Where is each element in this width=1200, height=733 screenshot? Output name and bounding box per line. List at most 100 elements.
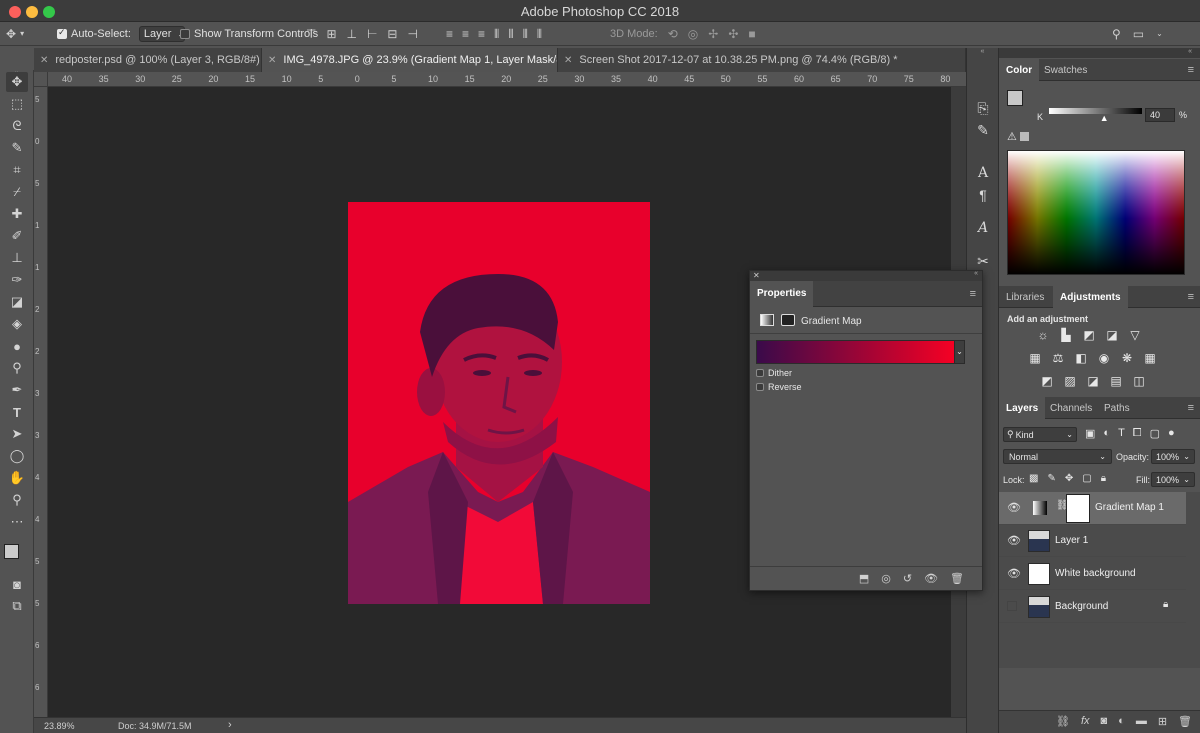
visibility-toggle-empty[interactable] [1007, 601, 1017, 611]
align-left-icon[interactable]: ⊢ [367, 27, 377, 41]
threshold-icon[interactable]: ◪ [1085, 374, 1101, 388]
posterize-icon[interactable]: ▨ [1062, 374, 1078, 388]
portrait-image[interactable] [348, 202, 650, 604]
distribute-right-icon[interactable]: ⦀ [523, 27, 528, 41]
zoom-level[interactable]: 23.89% [44, 721, 75, 731]
auto-select-checkbox[interactable] [57, 27, 67, 39]
layer-row-white-background[interactable]: 👁︎ White background [999, 558, 1186, 590]
k-slider-track[interactable] [1049, 108, 1142, 114]
lock-pixels-icon[interactable]: ✎ [1047, 473, 1055, 484]
web-safe-swatch[interactable] [1020, 132, 1029, 141]
quick-select-tool[interactable]: ✎ [6, 138, 28, 158]
k-value-input[interactable]: 40 [1145, 108, 1175, 122]
filter-toggle-icon[interactable]: ● [1168, 427, 1175, 440]
auto-select-dropdown[interactable]: Layer⌄ [138, 26, 185, 42]
marquee-tool[interactable]: ⬚ [6, 94, 28, 114]
foreground-color-swatch[interactable] [1007, 90, 1023, 106]
horizontal-ruler[interactable]: 40 35 30 25 20 15 10 5 0 5 10 15 20 25 30 35 40 45 50 55 60 6… [48, 72, 966, 87]
new-group-icon[interactable]: ▬ [1136, 715, 1147, 729]
align-hcenter-icon[interactable]: ⊟ [387, 27, 397, 41]
eyedropper-tool[interactable]: ⌿ [6, 182, 28, 202]
distribute-bottom-icon[interactable]: ≡ [478, 27, 485, 41]
clone-stamp-tool[interactable]: ⊥ [6, 248, 28, 268]
mask-icon[interactable] [781, 314, 795, 326]
filter-kind-dropdown[interactable]: ⚲ Kind ⌄ [1003, 427, 1077, 442]
visibility-eye-icon[interactable]: 👁︎ [1007, 567, 1021, 580]
fill-input[interactable]: 100% ⌄ [1151, 472, 1195, 487]
move-tool-preset[interactable]: ✥ ▾ [6, 26, 24, 42]
foreground-color-swatch[interactable] [4, 544, 19, 559]
collapse-icon[interactable]: « [974, 270, 978, 277]
k-slider-thumb[interactable]: ▲ [1100, 113, 1109, 123]
panel-menu-icon[interactable]: ≡ [1188, 64, 1194, 76]
link-layers-icon[interactable]: ⛓︎ [1056, 715, 1070, 729]
3d-pan-icon[interactable]: ✢ [708, 27, 718, 41]
black-white-icon[interactable]: ◧ [1073, 351, 1089, 365]
visibility-eye-icon[interactable]: 👁︎ [1007, 501, 1021, 514]
opacity-input[interactable]: 100% ⌄ [1151, 449, 1195, 464]
gradient-dropdown-arrow[interactable]: ⌄ [954, 340, 965, 364]
tool-presets-icon[interactable]: ✂ [973, 251, 993, 271]
layer-name[interactable]: Layer 1 [1055, 535, 1088, 546]
align-vcenter-icon[interactable]: ⊞ [326, 27, 336, 41]
selective-color-icon[interactable]: ◫ [1131, 374, 1147, 388]
filter-adjustment-icon[interactable]: ◐ [1103, 427, 1110, 440]
tab-paths[interactable]: Paths [1097, 397, 1137, 419]
photo-filter-icon[interactable]: ◉ [1096, 351, 1112, 365]
tab-img-4978[interactable]: ✕ IMG_4978.JPG @ 23.9% (Gradient Map 1, L… [262, 48, 558, 72]
dodge-tool[interactable]: ⚲ [6, 358, 28, 378]
tab-libraries[interactable]: Libraries [999, 286, 1051, 308]
layer-row-gradient-map[interactable]: 👁︎ ⛓︎ Gradient Map 1 [999, 492, 1186, 525]
crop-tool[interactable]: ⌗ [6, 160, 28, 180]
tab-screen-shot[interactable]: ✕ Screen Shot 2017-12-07 at 10.38.25 PM.p… [558, 48, 966, 72]
blur-tool[interactable]: ● [6, 336, 28, 356]
gradient-preview[interactable] [756, 340, 965, 364]
show-transform-checkbox[interactable] [180, 29, 190, 39]
align-right-icon[interactable]: ⊣ [407, 27, 417, 41]
quick-mask-icon[interactable]: ◙ [6, 574, 28, 594]
vibrance-icon[interactable]: ▽ [1127, 328, 1143, 342]
hue-saturation-icon[interactable]: ▦ [1027, 351, 1043, 365]
lock-transparency-icon[interactable]: ▩ [1029, 473, 1038, 484]
channel-mixer-icon[interactable]: ❋ [1119, 351, 1135, 365]
new-adjustment-icon[interactable]: ◐ [1118, 715, 1125, 729]
invert-icon[interactable]: ◩ [1039, 374, 1055, 388]
type-tool[interactable]: T [6, 402, 28, 422]
zoom-tool[interactable]: ⚲ [6, 490, 28, 510]
clip-to-layer-icon[interactable]: ⬒ [859, 572, 869, 585]
close-panel-icon[interactable]: ✕ [750, 271, 982, 281]
layer-name[interactable]: White background [1055, 568, 1136, 579]
layer-name[interactable]: Gradient Map 1 [1095, 502, 1164, 513]
3d-slide-icon[interactable]: ✣ [728, 27, 738, 41]
filter-shape-icon[interactable]: ⧠ [1133, 427, 1142, 440]
panel-menu-icon[interactable]: ≡ [1188, 402, 1194, 414]
tab-adjustments[interactable]: Adjustments [1053, 286, 1128, 308]
paint-bucket-tool[interactable]: ◈ [6, 314, 28, 334]
color-balance-icon[interactable]: ⚖ [1050, 351, 1066, 365]
curves-icon[interactable]: ◩ [1081, 328, 1097, 342]
blend-mode-dropdown[interactable]: Normal ⌄ [1003, 449, 1112, 464]
tab-color[interactable]: Color [999, 59, 1040, 81]
distribute-top-icon[interactable]: ≡ [446, 27, 453, 41]
exposure-icon[interactable]: ◪ [1104, 328, 1120, 342]
layer-mask-thumbnail[interactable] [1066, 494, 1090, 523]
levels-icon[interactable]: ▙ [1058, 328, 1074, 342]
lasso-tool[interactable]: ᘓ [6, 116, 28, 136]
tab-redposter[interactable]: ✕ redposter.psd @ 100% (Layer 3, RGB/8#) … [34, 48, 262, 72]
distribute-vcenter-icon[interactable]: ≡ [462, 27, 469, 41]
history-brush-tool[interactable]: ✑ [6, 270, 28, 290]
ruler-origin[interactable] [34, 72, 48, 87]
reset-icon[interactable]: ↺ [903, 572, 912, 585]
lock-artboard-icon[interactable]: ▢ [1082, 473, 1091, 484]
history-icon[interactable]: ⎘ [973, 98, 993, 118]
gradient-map-adj-icon[interactable]: ▤ [1108, 374, 1124, 388]
auto-align-icon[interactable]: ⫴ [537, 27, 542, 41]
adjustment-type-icon[interactable] [760, 314, 774, 326]
3d-orbit-icon[interactable]: ⟲ [668, 27, 678, 41]
path-select-tool[interactable]: ➤ [6, 424, 28, 444]
close-tab-icon[interactable]: ✕ [564, 55, 572, 66]
tab-channels[interactable]: Channels [1043, 397, 1099, 419]
panel-menu-icon[interactable]: ≡ [1188, 291, 1194, 303]
distribute-left-icon[interactable]: ⦀ [494, 27, 499, 41]
layer-row-layer-1[interactable]: 👁︎ Layer 1 [999, 525, 1186, 557]
